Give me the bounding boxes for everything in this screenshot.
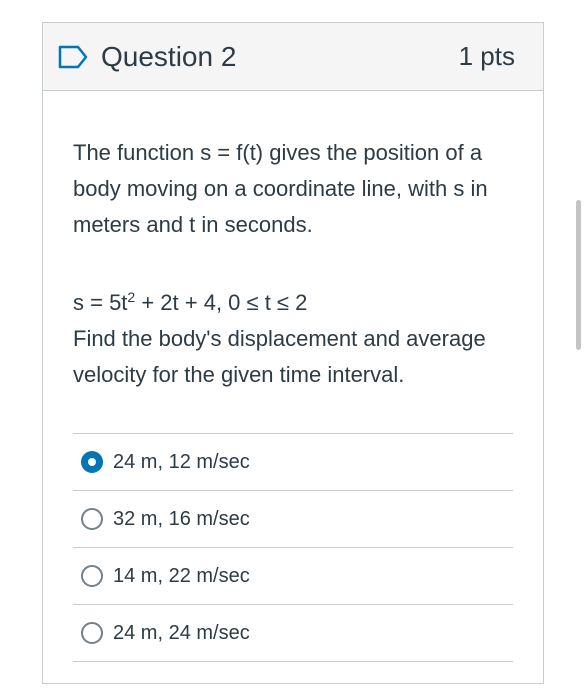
answer-list: 24 m, 12 m/sec 32 m, 16 m/sec 14 m, 22 m… bbox=[73, 433, 513, 662]
answer-option[interactable]: 14 m, 22 m/sec bbox=[73, 548, 513, 605]
equation-part-2: + 2t + 4, 0 ≤ t ≤ 2 bbox=[135, 290, 308, 315]
question-card: Question 2 1 pts The function s = f(t) g… bbox=[42, 22, 544, 684]
question-equation: s = 5t2 + 2t + 4, 0 ≤ t ≤ 2 bbox=[73, 279, 513, 321]
question-text-prompt: Find the body's displacement and average… bbox=[73, 326, 486, 387]
question-points: 1 pts bbox=[458, 41, 515, 71]
answer-label: 24 m, 24 m/sec bbox=[113, 621, 250, 644]
question-header: Question 2 1 pts bbox=[43, 23, 543, 91]
flag-question-icon[interactable] bbox=[57, 44, 89, 70]
question-body: The function s = f(t) gives the position… bbox=[43, 91, 543, 662]
answer-label: 24 m, 12 m/sec bbox=[113, 450, 250, 473]
answer-option[interactable]: 32 m, 16 m/sec bbox=[73, 491, 513, 548]
scrollbar[interactable] bbox=[576, 200, 581, 350]
answer-option[interactable]: 24 m, 12 m/sec bbox=[73, 434, 513, 491]
answer-label: 14 m, 22 m/sec bbox=[113, 564, 250, 587]
question-text-intro: The function s = f(t) gives the position… bbox=[73, 140, 488, 237]
equation-part-1: s = 5t bbox=[73, 290, 128, 315]
radio-icon[interactable] bbox=[81, 622, 103, 644]
question-title: Question 2 bbox=[101, 40, 237, 72]
radio-selected-icon[interactable] bbox=[81, 451, 103, 473]
radio-icon[interactable] bbox=[81, 508, 103, 530]
answer-option[interactable]: 24 m, 24 m/sec bbox=[73, 605, 513, 662]
radio-icon[interactable] bbox=[81, 565, 103, 587]
answer-label: 32 m, 16 m/sec bbox=[113, 507, 250, 530]
